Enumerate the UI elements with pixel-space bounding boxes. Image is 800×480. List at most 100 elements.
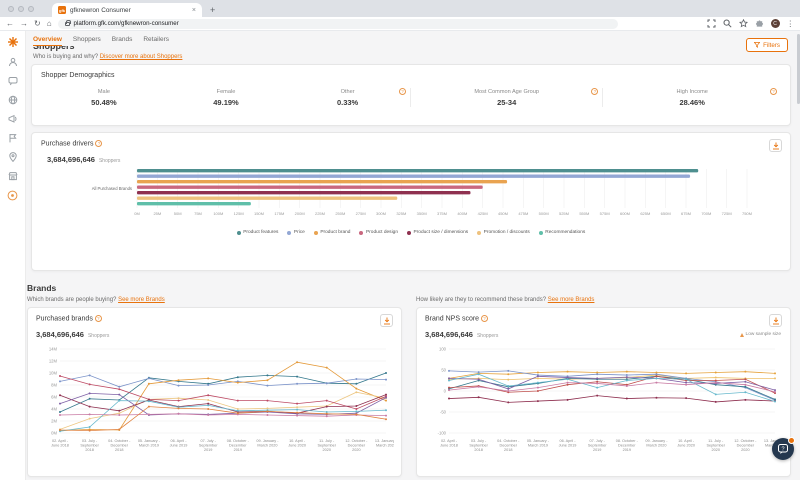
demographics-stats: Male 50.48% Female 49.19% Other 0.33% xyxy=(41,88,781,107)
shopper-count-row: 3,684,696,646 Shoppers xyxy=(47,155,781,164)
browser-tab[interactable]: gfk gfknewron Consumer × xyxy=(52,3,202,17)
download-button[interactable] xyxy=(769,139,782,152)
globe-icon[interactable] xyxy=(8,95,18,105)
bookmark-star-icon[interactable] xyxy=(739,19,748,28)
legend-dot xyxy=(359,231,363,235)
tab-brands[interactable]: Brands xyxy=(112,36,133,45)
svg-text:375M: 375M xyxy=(437,211,447,216)
svg-text:300M: 300M xyxy=(376,211,386,216)
svg-text:05. January -March 2019: 05. January -March 2019 xyxy=(527,439,550,447)
svg-text:8M: 8M xyxy=(51,383,57,388)
svg-text:225M: 225M xyxy=(315,211,325,216)
svg-text:All Purchased Brands: All Purchased Brands xyxy=(92,186,132,191)
svg-text:275M: 275M xyxy=(356,211,366,216)
profile-avatar[interactable]: C xyxy=(771,19,780,28)
info-icon[interactable] xyxy=(399,88,406,95)
shopper-demographics-card: Shopper Demographics Male 50.48% Female … xyxy=(31,64,791,126)
url-text: platform.gfk.com/gfknewron-consumer xyxy=(74,20,179,27)
download-button[interactable] xyxy=(380,314,393,327)
download-button[interactable] xyxy=(769,314,782,327)
main-content: Overview Shoppers Brands Retailers Filte… xyxy=(26,31,800,480)
svg-text:07. July -September2019: 07. July -September2019 xyxy=(199,439,218,452)
warning-triangle-icon xyxy=(740,333,744,337)
store-icon[interactable] xyxy=(8,171,18,181)
back-icon[interactable]: ← xyxy=(6,19,14,29)
scrollbar-thumb[interactable] xyxy=(797,34,800,104)
svg-text:11. July -September2020: 11. July -September2020 xyxy=(706,439,725,452)
maximize-window-button[interactable] xyxy=(28,6,34,12)
tab-retailers[interactable]: Retailers xyxy=(143,36,169,45)
legend-item: Product features xyxy=(237,230,279,235)
gfk-logo[interactable] xyxy=(7,36,19,48)
svg-text:0M: 0M xyxy=(134,211,140,216)
svg-text:03. July -September2018: 03. July -September2018 xyxy=(80,439,99,452)
toolbar-right: C ⋮ xyxy=(707,19,795,28)
info-icon[interactable] xyxy=(481,315,488,322)
search-icon[interactable] xyxy=(723,19,732,28)
svg-text:07. July -September2019: 07. July -September2019 xyxy=(588,439,607,452)
svg-text:75M: 75M xyxy=(194,211,202,216)
svg-text:10. April -June 2020: 10. April -June 2020 xyxy=(677,439,695,447)
svg-text:14M: 14M xyxy=(49,347,58,352)
svg-text:575M: 575M xyxy=(600,211,610,216)
svg-text:08. October -December2019: 08. October -December2019 xyxy=(227,439,250,452)
svg-text:100M: 100M xyxy=(213,211,223,216)
svg-text:650M: 650M xyxy=(661,211,671,216)
svg-text:750M: 750M xyxy=(742,211,752,216)
see-more-brands-link[interactable]: See more Brands xyxy=(118,297,165,303)
location-pin-icon[interactable] xyxy=(8,152,18,162)
page-scrollbar[interactable] xyxy=(796,31,800,480)
svg-text:725M: 725M xyxy=(722,211,732,216)
brand-nps-title: Brand NPS score xyxy=(425,315,782,322)
stat-female: Female 49.19% xyxy=(167,88,285,107)
svg-text:02. April -June 2018: 02. April -June 2018 xyxy=(51,439,69,447)
svg-text:05. January -March 2019: 05. January -March 2019 xyxy=(138,439,161,447)
shopper-icon[interactable] xyxy=(8,57,18,67)
svg-text:12M: 12M xyxy=(49,359,58,364)
svg-text:12. October -December2020: 12. October -December2020 xyxy=(734,439,757,452)
discover-shoppers-link[interactable]: Discover more about Shoppers xyxy=(100,54,183,60)
browser-menu-icon[interactable]: ⋮ xyxy=(787,19,795,28)
forward-icon[interactable]: → xyxy=(20,19,28,29)
info-icon[interactable] xyxy=(770,88,777,95)
shoppers-intro-text: Who is buying and why? xyxy=(33,54,100,60)
tab-overview[interactable]: Overview xyxy=(33,36,62,46)
svg-text:0: 0 xyxy=(444,389,447,394)
extensions-puzzle-icon[interactable] xyxy=(755,19,764,28)
help-circle-icon[interactable] xyxy=(7,190,18,201)
svg-text:325M: 325M xyxy=(396,211,406,216)
svg-text:500M: 500M xyxy=(539,211,549,216)
purchase-drivers-legend: Product featuresPriceProduct brandProduc… xyxy=(41,230,781,235)
svg-text:150M: 150M xyxy=(254,211,264,216)
info-icon[interactable] xyxy=(95,315,102,322)
chat-icon[interactable] xyxy=(8,76,18,86)
close-window-button[interactable] xyxy=(8,6,14,12)
home-icon[interactable]: ⌂ xyxy=(47,19,52,29)
svg-text:?: ? xyxy=(781,446,784,452)
svg-text:425M: 425M xyxy=(478,211,488,216)
tab-shoppers[interactable]: Shoppers xyxy=(73,36,101,45)
notification-badge xyxy=(788,437,795,444)
see-more-brands-link[interactable]: See more Brands xyxy=(548,297,595,303)
stat-male: Male 50.48% xyxy=(41,88,167,107)
svg-text:350M: 350M xyxy=(417,211,427,216)
url-bar[interactable]: platform.gfk.com/gfknewron-consumer xyxy=(58,19,618,29)
svg-text:200M: 200M xyxy=(295,211,305,216)
reload-icon[interactable]: ↻ xyxy=(34,19,41,29)
legend-item: Product size / dimensions xyxy=(407,230,468,235)
info-icon[interactable] xyxy=(95,140,102,147)
svg-text:600M: 600M xyxy=(620,211,630,216)
download-icon xyxy=(772,142,780,150)
flag-icon[interactable] xyxy=(8,133,18,143)
minimize-window-button[interactable] xyxy=(18,6,24,12)
window-controls[interactable] xyxy=(8,0,34,17)
purchase-drivers-card: Purchase drivers 3,684,696,646 Shoppers … xyxy=(31,132,791,271)
help-fab-button[interactable]: ? xyxy=(772,438,794,460)
shopper-count-row: 3,684,696,646 Shoppers xyxy=(36,330,393,339)
tab-search-icon[interactable] xyxy=(707,19,716,28)
close-tab-icon[interactable]: × xyxy=(192,7,196,14)
svg-text:4M: 4M xyxy=(51,407,57,412)
svg-text:0M: 0M xyxy=(51,431,57,436)
megaphone-icon[interactable] xyxy=(8,114,18,124)
new-tab-button[interactable]: + xyxy=(210,5,215,15)
